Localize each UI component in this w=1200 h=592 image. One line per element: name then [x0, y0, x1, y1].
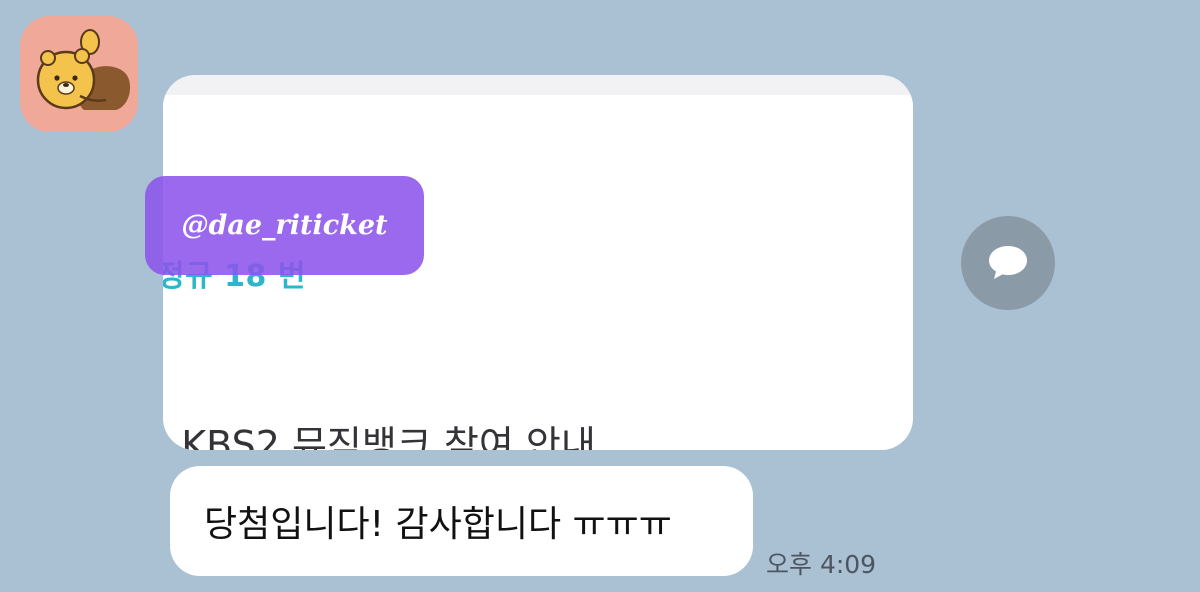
message-text: 당첨입니다! 감사합니다 ㅠㅠㅠ — [204, 504, 672, 545]
speech-bubble-icon — [989, 246, 1027, 279]
watermark-badge: @dae_riticket — [145, 176, 424, 275]
lion-character-avatar-icon — [36, 29, 131, 110]
link-card-title: 3 KBS2 뮤직뱅크 참여 안내 — [163, 423, 596, 450]
sender-avatar[interactable] — [20, 16, 138, 132]
share-button[interactable] — [961, 216, 1055, 310]
watermark-text: @dae_riticket — [181, 210, 388, 241]
message-timestamp: 오후 4:09 — [766, 550, 877, 579]
message-bubble[interactable]: 당첨입니다! 감사합니다 ㅠㅠㅠ — [170, 466, 753, 576]
